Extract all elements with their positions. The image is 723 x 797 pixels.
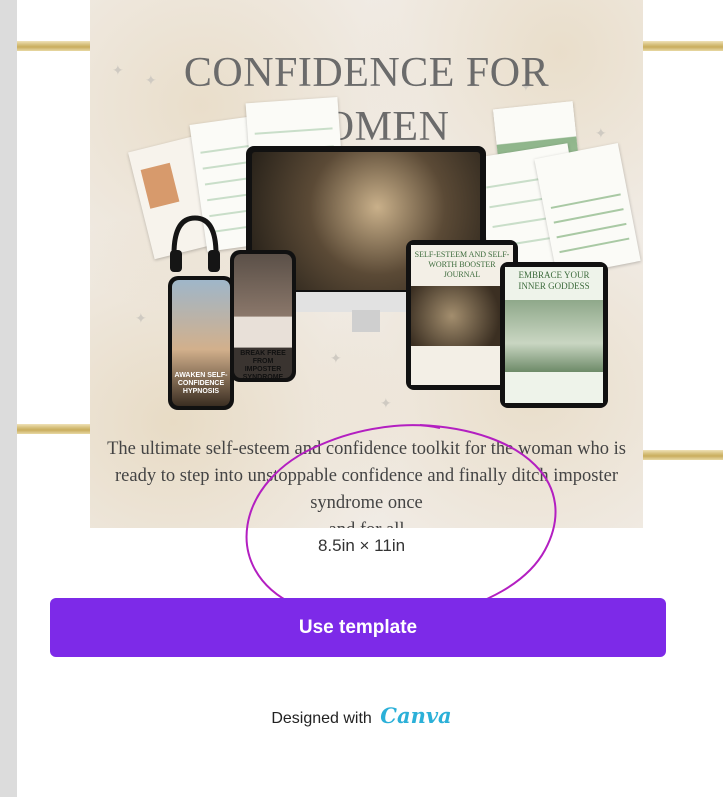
phone-caption: BREAK FREE FROM IMPOSTER SYNDROME xyxy=(240,350,286,381)
designed-with-footer: Designed with Canva xyxy=(0,703,723,728)
canva-logo[interactable]: Canva xyxy=(380,703,451,728)
gold-divider-top-right xyxy=(636,41,723,51)
phone-caption: AWAKEN SELF-CONFIDENCE HYPNOSIS xyxy=(174,372,228,395)
designed-with-text: Designed with xyxy=(271,710,372,727)
monitor-stand xyxy=(352,310,380,332)
phone-mockup-hypnosis: AWAKEN SELF-CONFIDENCE HYPNOSIS xyxy=(168,276,234,410)
gold-divider-bottom-right xyxy=(636,450,723,460)
gold-divider-top-left xyxy=(17,41,97,51)
phone-mockup-imposter: BREAK FREE FROM IMPOSTER SYNDROME xyxy=(230,250,296,382)
headphones-icon xyxy=(170,215,220,272)
tablet-mockup-goddess: EMBRACE YOUR INNER GODDESS xyxy=(500,262,608,408)
tablet-caption: SELF-ESTEEM AND SELF-WORTH BOOSTER JOURN… xyxy=(414,250,510,279)
preview-title-line1: CONFIDENCE FOR xyxy=(183,50,550,96)
sparkle-icon: ✦ xyxy=(330,350,342,366)
tablet-caption: EMBRACE YOUR INNER GODDESS xyxy=(518,270,590,291)
gold-divider-bottom-left xyxy=(17,424,97,434)
sparkle-icon: ✦ xyxy=(135,310,147,326)
use-template-button[interactable]: Use template xyxy=(50,598,666,657)
